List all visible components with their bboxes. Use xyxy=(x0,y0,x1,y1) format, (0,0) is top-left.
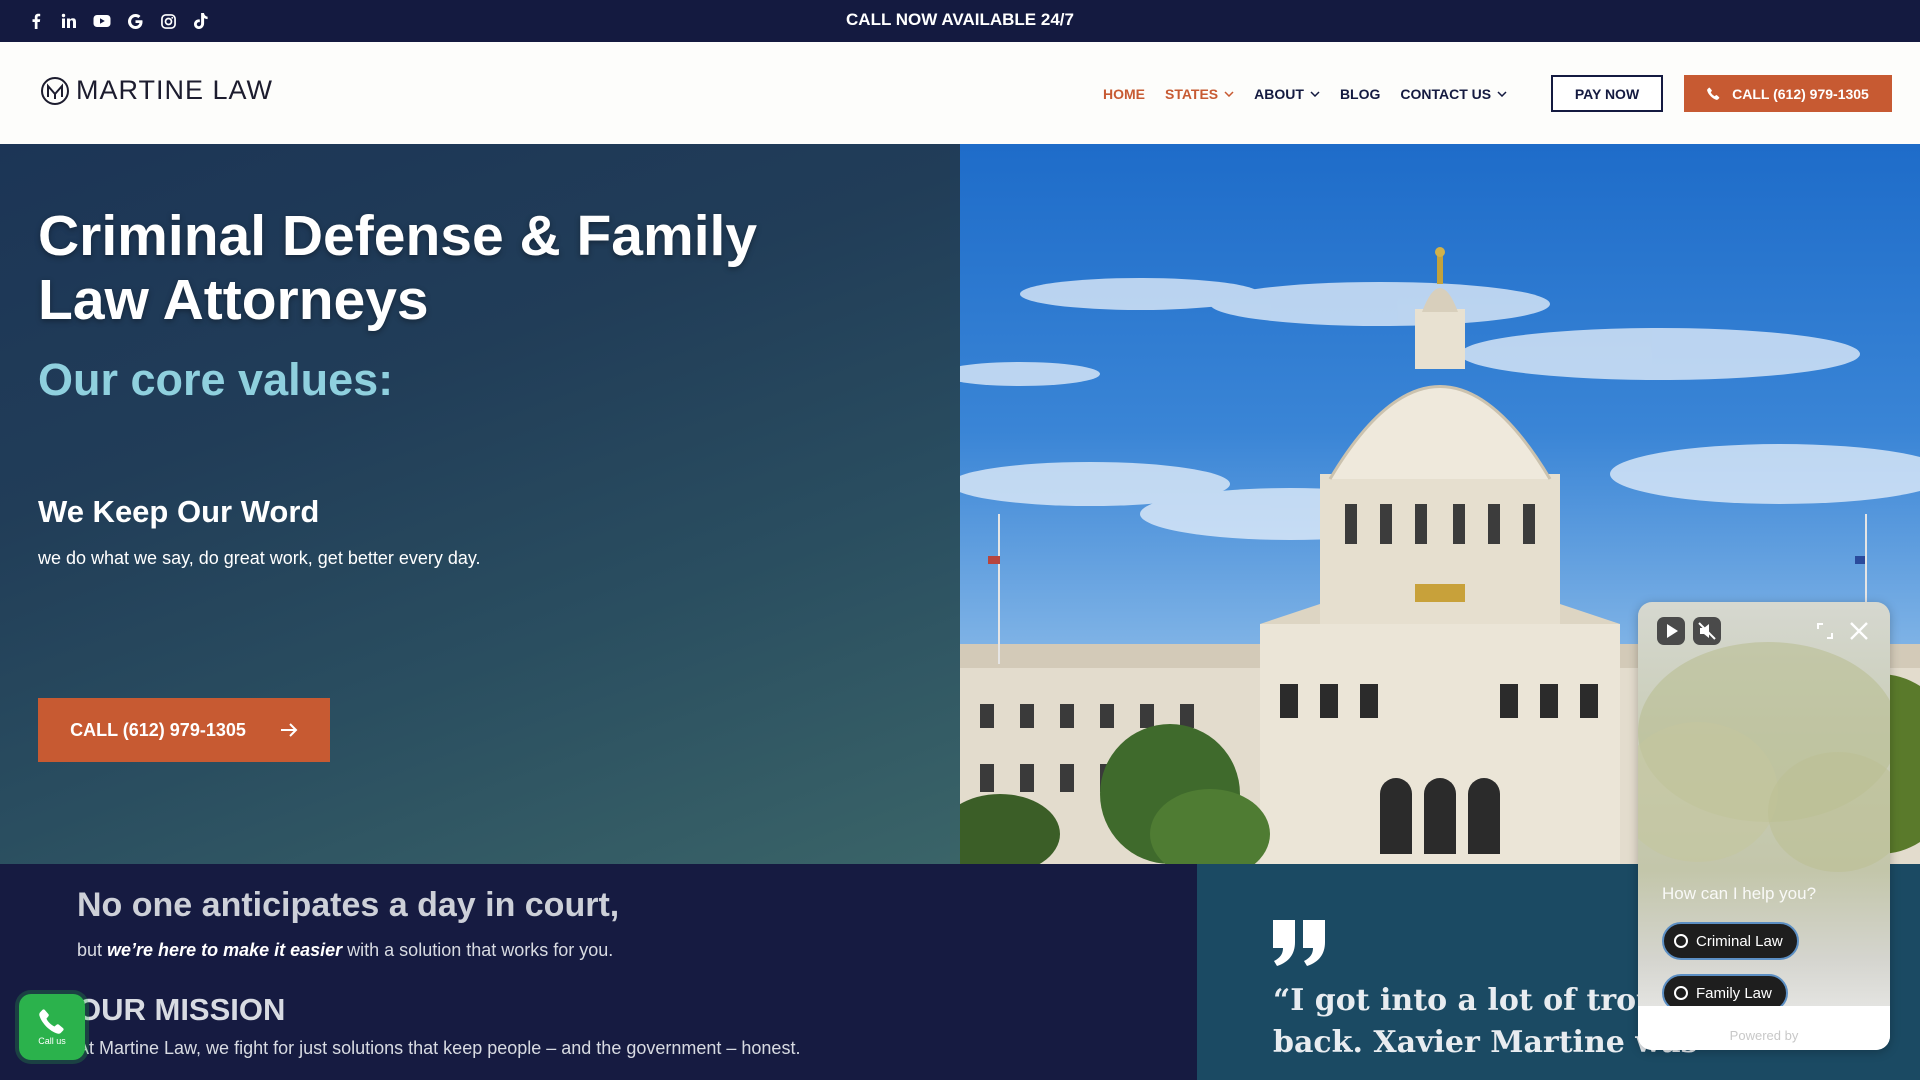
chevron-down-icon xyxy=(1310,91,1320,97)
expand-icon xyxy=(1817,623,1833,639)
phone-icon xyxy=(1707,87,1720,100)
pay-now-button[interactable]: PAY NOW xyxy=(1551,75,1663,112)
video-chat-widget: How can I help you? Criminal Law Family … xyxy=(1638,602,1890,1050)
main-nav: HOME STATES ABOUT BLOG CONTACT US xyxy=(1103,76,1527,112)
widget-prompt: How can I help you? xyxy=(1662,884,1817,903)
nav-contact-us[interactable]: CONTACT US xyxy=(1400,86,1507,102)
close-icon xyxy=(1850,622,1868,640)
close-button[interactable] xyxy=(1844,616,1874,646)
hero-section: Criminal Defense & Family Law Attorneys … xyxy=(0,144,960,864)
logo[interactable]: MARTINE LAW xyxy=(40,75,273,106)
hero-title: Criminal Defense & Family Law Attorneys xyxy=(38,204,758,332)
play-button[interactable] xyxy=(1656,616,1686,646)
intro-text: but we’re here to make it easier with a … xyxy=(77,940,614,960)
core-value-text: we do what we say, do great work, get be… xyxy=(38,548,481,568)
logo-mark-icon xyxy=(41,76,69,105)
announcement-text: CALL NOW AVAILABLE 24/7 xyxy=(846,10,1074,29)
call-us-label: Call us xyxy=(38,1036,66,1046)
top-bar: CALL NOW AVAILABLE 24/7 xyxy=(0,0,1920,42)
radio-circle-icon xyxy=(1674,934,1688,948)
option-criminal-law[interactable]: Criminal Law xyxy=(1662,922,1799,960)
hero-call-button[interactable]: CALL (612) 979-1305 xyxy=(38,698,330,762)
radio-circle-icon xyxy=(1674,986,1688,1000)
nav-home[interactable]: HOME xyxy=(1103,86,1145,102)
arrow-right-icon xyxy=(280,723,298,737)
header-call-button[interactable]: CALL (612) 979-1305 xyxy=(1684,75,1892,112)
intro-emphasis: we’re here to make it easier xyxy=(107,940,343,960)
nav-about[interactable]: ABOUT xyxy=(1254,86,1320,102)
play-icon xyxy=(1657,617,1685,645)
chevron-down-icon xyxy=(1497,91,1507,97)
intro-section: No one anticipates a day in court, but w… xyxy=(0,864,1197,1080)
core-value-title: We Keep Our Word xyxy=(38,494,320,529)
intro-title: No one anticipates a day in court, xyxy=(77,886,620,924)
mute-icon xyxy=(1693,617,1721,645)
call-us-button[interactable]: Call us xyxy=(19,994,85,1060)
widget-video-frame xyxy=(1638,642,1890,872)
expand-button[interactable] xyxy=(1810,616,1840,646)
mission-title: OUR MISSION xyxy=(77,992,286,1027)
quote-mark-icon xyxy=(1273,920,1325,966)
mission-text: At Martine Law, we fight for just soluti… xyxy=(77,1038,801,1058)
phone-icon xyxy=(39,1009,64,1034)
nav-blog[interactable]: BLOG xyxy=(1340,86,1380,102)
mute-button[interactable] xyxy=(1692,616,1722,646)
chevron-down-icon xyxy=(1224,91,1234,97)
site-header: MARTINE LAW HOME STATES ABOUT BLOG CONTA… xyxy=(0,42,1920,144)
powered-by-text: Powered by xyxy=(1729,1028,1799,1043)
logo-text: MARTINE LAW xyxy=(76,75,274,105)
hero-subtitle: Our core values: xyxy=(38,354,394,405)
nav-states[interactable]: STATES xyxy=(1165,86,1234,102)
